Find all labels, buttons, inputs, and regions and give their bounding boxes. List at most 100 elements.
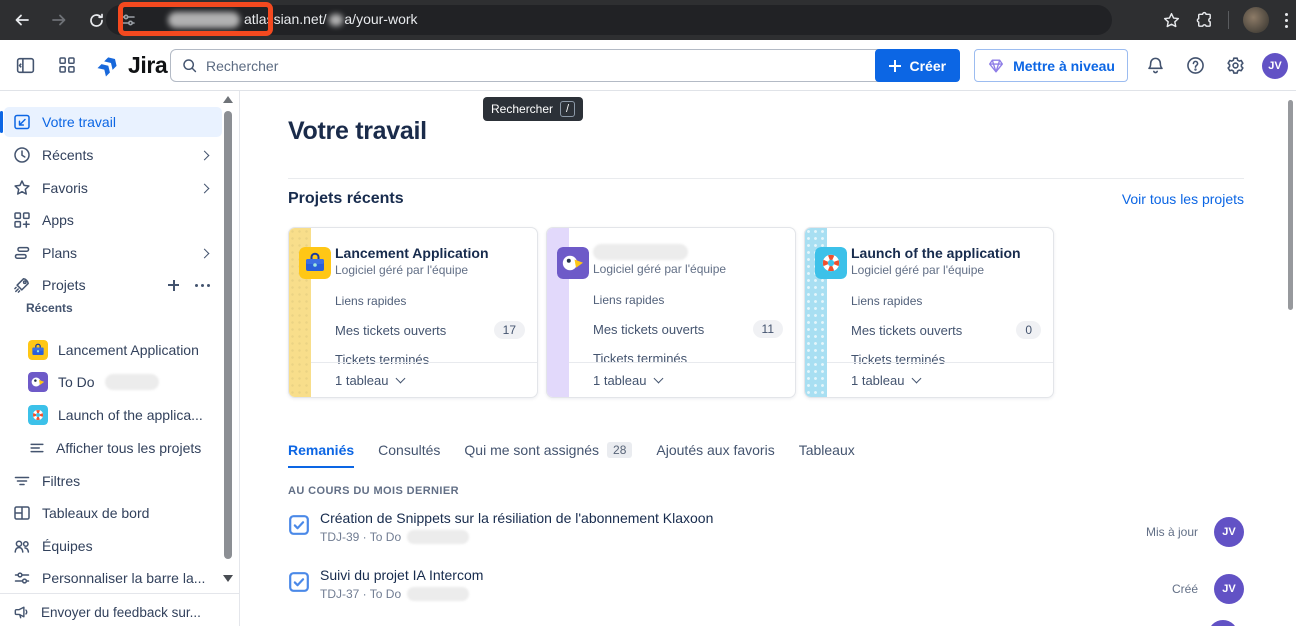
card-title[interactable]: Lancement Application [335,245,525,261]
tab-boards[interactable]: Tableaux [799,442,855,466]
redacted-text [407,587,469,601]
sidebar-item-projects[interactable]: Projets [4,270,222,300]
teams-icon [12,536,32,556]
sidebar-item-recents[interactable]: Récents [4,140,222,170]
sidebar-scrollbar[interactable] [222,93,234,593]
plus-icon [889,60,901,72]
quick-links-label: Liens rapides [593,293,783,307]
chevron-down-icon [911,373,921,383]
scroll-up-arrow[interactable] [223,96,233,103]
sidebar-item-your-work[interactable]: Votre travail [4,107,222,137]
sidebar-item-apps[interactable]: Apps [4,205,222,235]
settings-icon[interactable] [1222,53,1248,79]
open-issues-count: 0 [1016,321,1041,339]
user-avatar[interactable]: JV [1262,53,1288,79]
open-issues-count: 11 [753,320,783,338]
chevron-right-icon [200,150,210,160]
board-dropdown[interactable]: 1 tableau [311,362,537,397]
app-switcher-icon[interactable] [54,52,80,78]
open-issues-link[interactable]: Mes tickets ouverts 17 [335,321,525,339]
plans-icon [12,243,32,263]
work-item-row[interactable]: Suivi du projet IA Intercom TDJ-37 · To … [288,567,1244,611]
sidebar-project-todo[interactable]: To Do [4,367,222,397]
project-card-launch[interactable]: Launch of the application Logiciel géré … [804,227,1054,398]
tab-assigned-to-me[interactable]: Qui me sont assignés 28 [464,442,632,466]
sidebar-item-plans[interactable]: Plans [4,238,222,268]
global-search-input[interactable]: Rechercher [170,49,892,82]
sidebar-item-filters[interactable]: Filtres [4,466,222,496]
sidebar-feedback-link[interactable]: Envoyer du feedback sur... [4,597,222,626]
your-work-icon [12,112,32,132]
project-card-todo[interactable]: Logiciel géré par l'équipe Liens rapides… [546,227,796,398]
browser-forward-icon[interactable] [47,8,71,32]
add-project-icon[interactable] [168,280,179,291]
work-item-meta: Créé [1172,582,1198,596]
search-placeholder: Rechercher [206,58,278,74]
redacted-text [105,374,159,390]
sidebar-item-customize[interactable]: Personnaliser la barre la... [4,563,218,593]
create-button[interactable]: Créer [875,49,960,82]
sidebar-divider [0,593,240,594]
browser-reload-icon[interactable] [84,8,108,32]
tab-viewed[interactable]: Consultés [378,442,440,466]
url-domain-text: atlassian.net/ a/your-work [186,11,418,27]
redacted-text [407,530,469,544]
assignee-avatar[interactable]: JV [1214,517,1244,547]
browser-toolbar: atlassian.net/ a/your-work [0,0,1296,40]
app-header: Jira Rechercher Créer Mettre à niveau JV [0,40,1296,91]
help-icon[interactable] [1182,53,1208,79]
card-subtitle: Logiciel géré par l'équipe [593,262,783,276]
chevron-down-icon [395,373,405,383]
upgrade-button[interactable]: Mettre à niveau [974,49,1128,82]
work-item-row[interactable]: Création de Snippets sur la résiliation … [288,510,1244,554]
browser-back-icon[interactable] [10,8,34,32]
tab-worked-on[interactable]: Remaniés [288,442,354,468]
sidebar-scrollbar-thumb[interactable] [224,111,232,559]
view-all-projects-link[interactable]: Voir tous les projets [1122,191,1244,207]
sidebar-item-teams[interactable]: Équipes [4,531,222,561]
star-icon [12,178,32,198]
assignee-avatar[interactable]: JV [1214,574,1244,604]
open-issues-link[interactable]: Mes tickets ouverts 11 [593,320,783,338]
card-title[interactable]: Launch of the application [851,245,1041,261]
sliders-icon [12,568,32,588]
chevron-right-icon [200,183,210,193]
briefcase-project-icon [28,340,48,360]
search-shortcut-tooltip: Rechercher / [483,97,583,121]
browser-profile-avatar[interactable] [1243,7,1269,33]
sidebar-project-launch[interactable]: Launch of the applica... [4,400,222,430]
sidebar-show-all-projects[interactable]: Afficher tous les projets [4,433,222,463]
assignee-avatar[interactable] [1208,620,1238,626]
work-item-title[interactable]: Suivi du projet IA Intercom [320,567,483,583]
collapse-sidebar-icon[interactable] [12,52,38,78]
tab-starred[interactable]: Ajoutés aux favoris [656,442,774,466]
board-dropdown[interactable]: 1 tableau [827,362,1053,397]
extension-puzzle-icon[interactable] [1195,11,1214,30]
work-item-title[interactable]: Création de Snippets sur la résiliation … [320,510,713,526]
work-item-subtitle: TDJ-39 · To Do [320,530,713,544]
open-issues-link[interactable]: Mes tickets ouverts 0 [851,321,1041,339]
notifications-icon[interactable] [1142,53,1168,79]
apps-icon [12,210,32,230]
sidebar-item-dashboards[interactable]: Tableaux de bord [4,498,222,528]
browser-menu-icon[interactable] [1283,11,1290,30]
megaphone-icon [12,603,31,622]
selected-indicator [0,111,3,133]
site-info-icon[interactable] [120,12,136,28]
sidebar-item-favorites[interactable]: Favoris [4,173,222,203]
bookmark-star-icon[interactable] [1162,11,1181,30]
bird-project-icon [557,247,589,279]
main-scrollbar-thumb[interactable] [1288,100,1293,310]
briefcase-project-icon [299,247,331,279]
project-card-lancement[interactable]: Lancement Application Logiciel géré par … [288,227,538,398]
board-dropdown[interactable]: 1 tableau [569,362,795,397]
scroll-down-arrow[interactable] [223,575,233,582]
sidebar-project-lancement[interactable]: Lancement Application [4,335,222,365]
filter-icon [12,471,32,491]
work-tabs: Remaniés Consultés Qui me sont assignés … [288,442,855,468]
redacted-path-segment [329,14,343,26]
url-bar[interactable]: atlassian.net/ a/your-work [106,5,1112,35]
jira-logo[interactable]: Jira [96,52,167,79]
more-options-icon[interactable] [195,284,210,287]
sidebar-recents-header: Récents [26,301,73,315]
